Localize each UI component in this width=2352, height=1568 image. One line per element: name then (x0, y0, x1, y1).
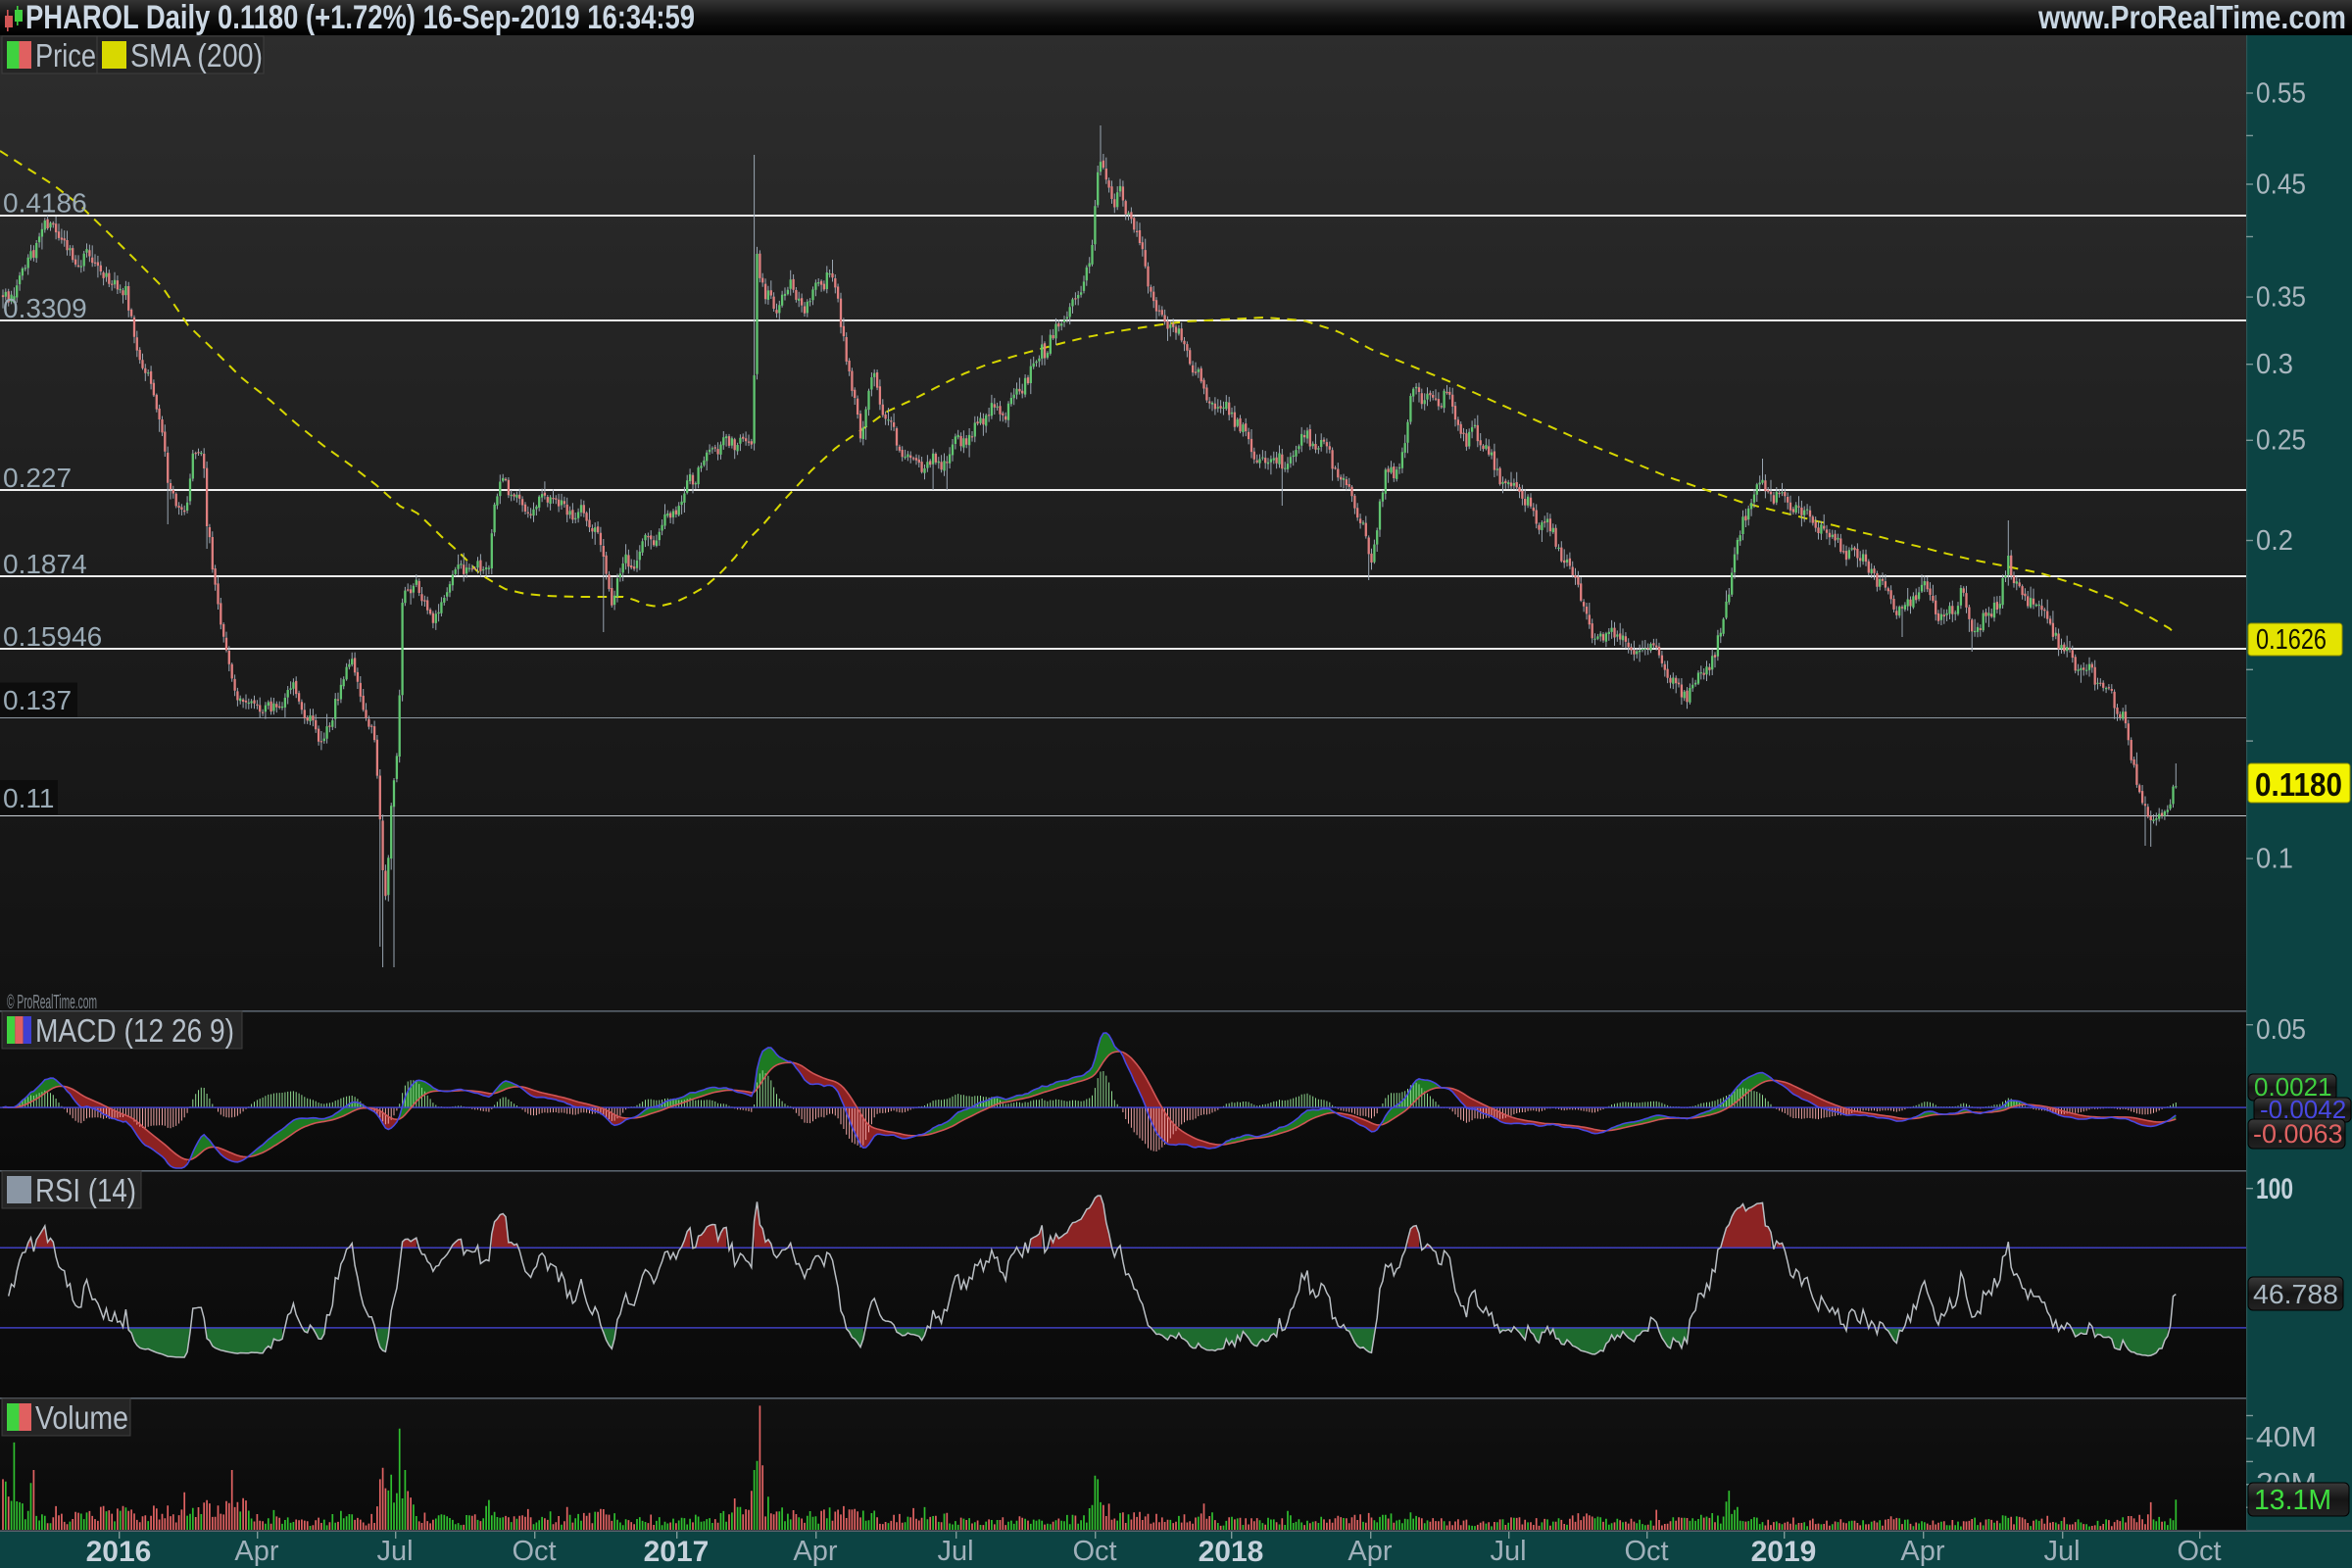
svg-text:2018: 2018 (1199, 1536, 1264, 1568)
svg-text:0.35: 0.35 (2256, 281, 2306, 313)
svg-text:Price: Price (35, 37, 96, 74)
svg-text:Volume: Volume (35, 1399, 128, 1436)
svg-text:0.11: 0.11 (3, 783, 54, 813)
svg-text:0.05: 0.05 (2256, 1014, 2306, 1046)
svg-text:0.137: 0.137 (3, 685, 72, 715)
svg-text:Jul: Jul (2043, 1536, 2080, 1567)
svg-text:0.3: 0.3 (2256, 349, 2293, 380)
svg-text:RSI (14): RSI (14) (35, 1172, 136, 1208)
svg-text:Jul: Jul (1490, 1536, 1526, 1567)
svg-text:40M: 40M (2256, 1422, 2317, 1453)
svg-text:0.3309: 0.3309 (3, 293, 87, 323)
svg-text:0.45: 0.45 (2256, 169, 2306, 200)
svg-text:0.2: 0.2 (2256, 525, 2293, 557)
svg-text:Apr: Apr (793, 1536, 837, 1567)
svg-text:Oct: Oct (512, 1536, 556, 1567)
svg-text:0.1180: 0.1180 (2255, 766, 2342, 803)
svg-text:0.1626: 0.1626 (2256, 624, 2327, 656)
svg-text:Apr: Apr (1900, 1536, 1944, 1567)
svg-text:0.227: 0.227 (3, 463, 72, 493)
svg-text:2019: 2019 (1751, 1536, 1817, 1568)
svg-text:0.1874: 0.1874 (3, 549, 87, 579)
svg-text:PHAROL Daily 0.1180 (+1.72%) 1: PHAROL Daily 0.1180 (+1.72%) 16-Sep-2019… (25, 0, 695, 36)
svg-text:© ProRealTime.com: © ProRealTime.com (7, 992, 97, 1013)
svg-text:-0.0063: -0.0063 (2253, 1119, 2343, 1149)
svg-text:46.788: 46.788 (2253, 1279, 2338, 1309)
svg-text:Oct: Oct (1624, 1536, 1668, 1567)
svg-text:Apr: Apr (234, 1536, 278, 1567)
svg-text:13.1M: 13.1M (2254, 1485, 2331, 1516)
svg-text:MACD (12 26 9): MACD (12 26 9) (35, 1012, 234, 1049)
svg-text:0.25: 0.25 (2256, 425, 2306, 457)
svg-text:SMA (200): SMA (200) (130, 37, 263, 74)
svg-text:0.4186: 0.4186 (3, 187, 87, 218)
svg-text:0.55: 0.55 (2256, 77, 2306, 109)
svg-text:Apr: Apr (1348, 1536, 1392, 1567)
svg-text:2017: 2017 (644, 1536, 710, 1568)
svg-text:Jul: Jul (937, 1536, 973, 1567)
svg-text:2016: 2016 (86, 1536, 152, 1568)
svg-text:0.1: 0.1 (2256, 843, 2293, 874)
svg-text:Oct: Oct (2177, 1536, 2221, 1567)
svg-text:Jul: Jul (376, 1536, 413, 1567)
svg-text:Oct: Oct (1072, 1536, 1116, 1567)
svg-text:www.ProRealTime.com: www.ProRealTime.com (2037, 0, 2346, 35)
svg-text:100: 100 (2256, 1173, 2293, 1205)
svg-text:0.15946: 0.15946 (3, 621, 102, 652)
